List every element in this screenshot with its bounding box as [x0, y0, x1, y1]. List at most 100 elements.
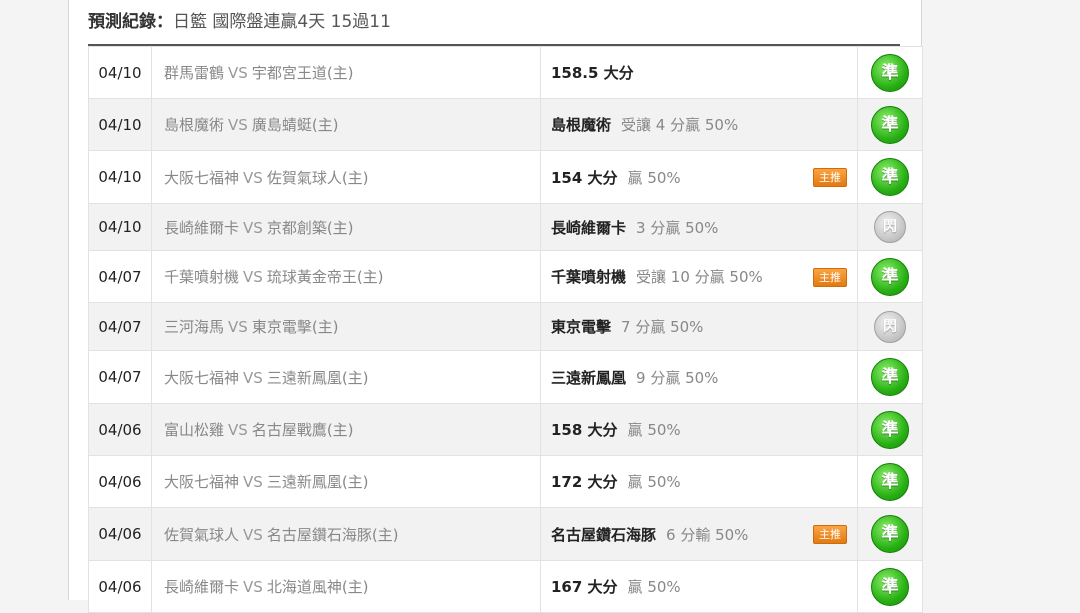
row-match: 千葉噴射機 VS 琉球黃金帝王(主)	[151, 250, 541, 303]
row-date: 04/10	[88, 46, 152, 99]
row-date: 04/06	[88, 455, 152, 508]
away-team: 千葉噴射機	[164, 268, 240, 286]
result-win-icon: 準	[871, 410, 909, 449]
home-team: 佐賀氣球人(主)	[266, 168, 369, 187]
vs-label: VS	[228, 421, 248, 439]
row-date: 04/10	[88, 150, 152, 204]
row-pick: 154 大分贏 50% 主推	[540, 150, 858, 204]
vs-label: VS	[228, 318, 248, 336]
result-win-icon: 準	[871, 567, 909, 606]
result-win-icon: 準	[871, 53, 909, 92]
row-result: 準	[857, 350, 923, 404]
row-date: 04/07	[88, 250, 152, 303]
prediction-records-table: 04/10 群馬雷鶴 VS 宇都宮王道(主) 158.5 大分準 04/10 島根魔術 VS 廣…	[88, 46, 923, 613]
row-date: 04/10	[88, 203, 152, 251]
pick-main: 名古屋鑽石海豚	[551, 525, 657, 544]
featured-badge: 主推	[813, 267, 847, 287]
home-team: 名古屋鑽石海豚(主)	[266, 525, 399, 544]
result-win-icon: 準	[871, 257, 909, 296]
vs-label: VS	[243, 368, 263, 387]
away-team: 富山松雞	[164, 421, 225, 439]
pick-detail: 6 分輸 50%	[666, 525, 749, 544]
pick-detail: 贏 50%	[627, 473, 681, 491]
table-row: 04/06 佐賀氣球人 VS 名古屋鑽石海豚(主) 名古屋鑽石海豚 6 分輸 50% 主推準	[88, 507, 923, 561]
row-date: 04/10	[88, 98, 152, 151]
row-match: 長崎維爾卡 VS 北海道風神(主)	[151, 560, 541, 613]
row-date: 04/07	[88, 302, 152, 351]
row-result: 閃	[857, 302, 923, 351]
home-team: 廣島蜻蜓(主)	[251, 116, 339, 134]
result-win-icon: 準	[871, 158, 909, 196]
vs-label: VS	[243, 168, 263, 187]
pick-detail: 受讓 10 分贏 50%	[636, 268, 763, 286]
away-team: 長崎維爾卡	[164, 578, 240, 596]
row-result: 準	[857, 98, 923, 151]
row-match: 大阪七福神 VS 佐賀氣球人(主)	[151, 150, 541, 204]
home-team: 琉球黃金帝王(主)	[266, 268, 384, 286]
row-result: 閃	[857, 203, 923, 251]
row-pick: 158 大分贏 50%	[540, 403, 858, 456]
vs-label: VS	[228, 116, 248, 134]
home-team: 宇都宮王道(主)	[251, 64, 354, 82]
row-match: 大阪七福神 VS 三遠新鳳凰(主)	[151, 350, 541, 404]
vs-label: VS	[243, 218, 263, 237]
record-header: 預測紀錄：日籃 國際盤連贏4天 15過11	[88, 8, 900, 36]
away-team: 大阪七福神	[164, 168, 240, 187]
table-row: 04/10 群馬雷鶴 VS 宇都宮王道(主) 158.5 大分 準	[88, 46, 923, 99]
pick-detail: 贏 50%	[627, 168, 681, 187]
table-row: 04/07 千葉噴射機 VS 琉球黃金帝王(主) 千葉噴射機 受讓 10 分贏 50% 主推…	[88, 250, 923, 303]
away-team: 三河海馬	[164, 318, 225, 336]
pick-main: 172 大分	[551, 473, 618, 491]
table-row: 04/06 長崎維爾卡 VS 北海道風神(主) 167 大分贏 50% 準	[88, 560, 923, 613]
row-pick: 172 大分贏 50%	[540, 455, 858, 508]
vs-label: VS	[228, 64, 248, 82]
table-row: 04/10 島根魔術 VS 廣島蜻蜓(主) 島根魔術 受讓 4 分贏 50% 準	[88, 98, 923, 151]
result-win-icon: 準	[871, 358, 909, 396]
row-date: 04/06	[88, 403, 152, 456]
vs-label: VS	[243, 525, 263, 544]
pick-main: 長崎維爾卡	[551, 218, 627, 237]
away-team: 長崎維爾卡	[164, 218, 240, 237]
pick-detail: 贏 50%	[627, 578, 681, 596]
pick-main: 島根魔術	[551, 116, 612, 134]
row-pick: 島根魔術 受讓 4 分贏 50%	[540, 98, 858, 151]
pick-main: 158.5 大分	[551, 64, 634, 82]
pick-main: 154 大分	[551, 168, 618, 187]
pick-main: 167 大分	[551, 578, 618, 596]
vs-label: VS	[243, 578, 263, 596]
row-pick: 三遠新鳳凰 9 分贏 50%	[540, 350, 858, 404]
table-row: 04/07 大阪七福神 VS 三遠新鳳凰(主) 三遠新鳳凰 9 分贏 50% 準	[88, 350, 923, 404]
result-win-icon: 準	[871, 105, 909, 144]
pick-detail: 3 分贏 50%	[636, 218, 719, 237]
row-match: 大阪七福神 VS 三遠新鳳凰(主)	[151, 455, 541, 508]
row-pick: 長崎維爾卡 3 分贏 50%	[540, 203, 858, 251]
away-team: 群馬雷鶴	[164, 64, 225, 82]
row-result: 準	[857, 455, 923, 508]
home-team: 東京電擊(主)	[251, 318, 339, 336]
pick-main: 千葉噴射機	[551, 268, 627, 286]
home-team: 京都創築(主)	[266, 218, 354, 237]
table-row: 04/06 富山松雞 VS 名古屋戰鷹(主) 158 大分贏 50% 準	[88, 403, 923, 456]
table-row: 04/06 大阪七福神 VS 三遠新鳳凰(主) 172 大分贏 50% 準	[88, 455, 923, 508]
result-win-icon: 準	[871, 462, 909, 501]
vs-label: VS	[243, 473, 263, 491]
away-team: 大阪七福神	[164, 473, 240, 491]
home-team: 三遠新鳳凰(主)	[266, 368, 369, 387]
row-result: 準	[857, 250, 923, 303]
row-date: 04/07	[88, 350, 152, 404]
row-pick: 158.5 大分	[540, 46, 858, 99]
row-result: 準	[857, 560, 923, 613]
home-team: 三遠新鳳凰(主)	[266, 473, 369, 491]
result-push-icon: 閃	[874, 310, 906, 343]
row-date: 04/06	[88, 560, 152, 613]
row-match: 長崎維爾卡 VS 京都創築(主)	[151, 203, 541, 251]
home-team: 名古屋戰鷹(主)	[251, 421, 354, 439]
result-win-icon: 準	[871, 515, 909, 553]
pick-detail: 9 分贏 50%	[636, 368, 719, 387]
row-date: 04/06	[88, 507, 152, 561]
featured-badge: 主推	[813, 168, 847, 187]
vs-label: VS	[243, 268, 263, 286]
row-match: 富山松雞 VS 名古屋戰鷹(主)	[151, 403, 541, 456]
row-result: 準	[857, 403, 923, 456]
row-pick: 東京電擊 7 分贏 50%	[540, 302, 858, 351]
